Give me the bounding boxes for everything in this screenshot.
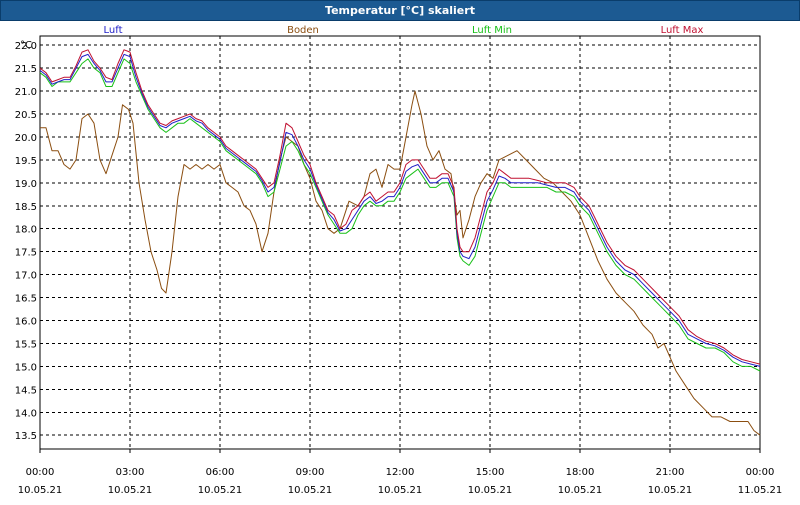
x-tick-time: 00:00 — [746, 467, 775, 478]
legend: Luft Boden Luft Min Luft Max — [104, 25, 704, 36]
x-tick-date: 10.05.21 — [198, 485, 243, 496]
x-tick-date: 11.05.21 — [738, 485, 783, 496]
x-tick-date: 10.05.21 — [108, 485, 153, 496]
legend-entry-luft: Luft — [104, 25, 123, 36]
y-tick-label: 14.5 — [15, 385, 37, 396]
y-tick-label: 21.5 — [15, 64, 37, 75]
y-tick-label: 17.0 — [15, 271, 37, 282]
x-tick-date: 10.05.21 — [648, 485, 693, 496]
x-tick-date: 10.05.21 — [18, 485, 63, 496]
x-tick-time: 06:00 — [206, 467, 235, 478]
x-tick-time: 00:00 — [26, 467, 55, 478]
y-tick-label: 19.5 — [15, 156, 37, 167]
x-tick-time: 21:00 — [656, 467, 685, 478]
y-tick-label: 19.0 — [15, 179, 37, 190]
grid — [40, 36, 760, 449]
x-tick-time: 12:00 — [386, 467, 415, 478]
legend-entry-luft-max: Luft Max — [661, 25, 704, 36]
x-tick-date: 10.05.21 — [468, 485, 513, 496]
y-tick-label: 15.0 — [15, 362, 37, 373]
legend-entry-luft-min: Luft Min — [472, 25, 512, 36]
legend-entry-boden: Boden — [287, 25, 319, 36]
temperature-chart: Luft Boden Luft Min Luft Max 13.5 14.0 14.5 15… — [15, 25, 783, 496]
x-tick-time: 09:00 — [296, 467, 325, 478]
x-tick-date: 10.05.21 — [378, 485, 423, 496]
y-tick-label: 13.5 — [15, 431, 37, 442]
y-tick-label: 16.5 — [15, 294, 37, 305]
x-tick-time: 03:00 — [116, 467, 145, 478]
y-axis-unit-label: °C — [20, 40, 32, 51]
chart-title-bar: Temperatur [°C] skaliert — [0, 0, 800, 21]
x-tick-date: 10.05.21 — [288, 485, 333, 496]
y-tick-label: 16.0 — [15, 317, 37, 328]
x-tick-date: 10.05.21 — [558, 485, 603, 496]
y-tick-label: 15.5 — [15, 339, 37, 350]
x-tick-time: 15:00 — [476, 467, 505, 478]
y-tick-label: 18.0 — [15, 225, 37, 236]
y-tick-label: 20.5 — [15, 110, 37, 121]
y-tick-label: 17.5 — [15, 248, 37, 259]
y-tick-label: 21.0 — [15, 87, 37, 98]
y-tick-label: 20.0 — [15, 133, 37, 144]
y-tick-label: 18.5 — [15, 202, 37, 213]
x-tick-time: 18:00 — [566, 467, 595, 478]
y-tick-label: 14.0 — [15, 408, 37, 419]
chart-title: Temperatur [°C] skaliert — [325, 4, 475, 17]
chart-area: Luft Boden Luft Min Luft Max 13.5 14.0 14.5 15… — [0, 21, 800, 500]
